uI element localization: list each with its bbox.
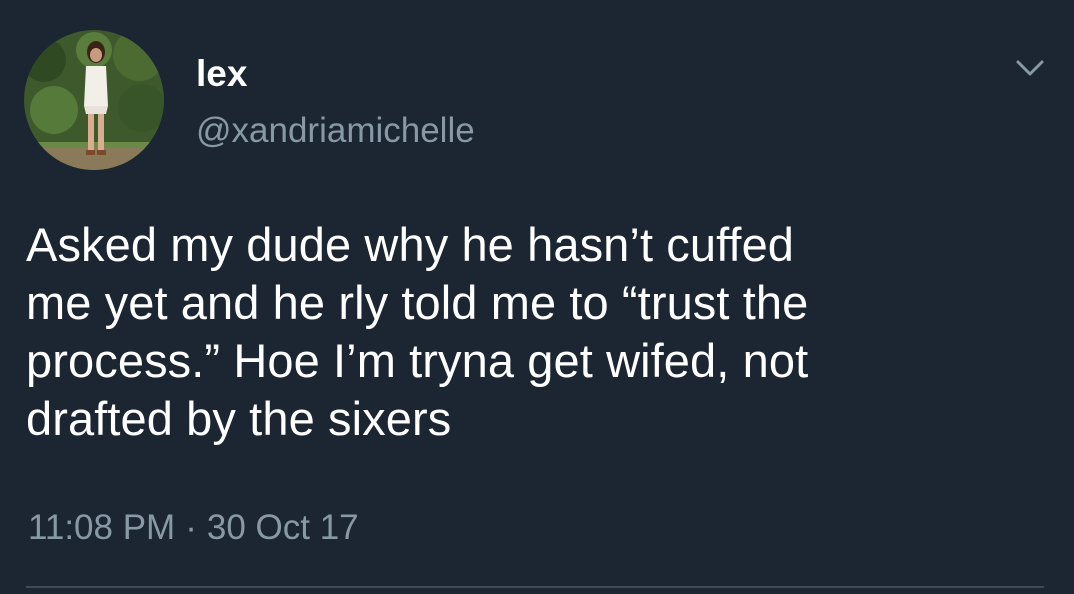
tweet-date: 30 Oct 17: [206, 508, 359, 547]
user-handle[interactable]: @xandriamichelle: [196, 110, 475, 152]
tweet-time: 11:08 PM: [28, 508, 176, 547]
avatar-photo: [24, 30, 164, 170]
meta-separator: ·: [185, 508, 197, 547]
display-name[interactable]: lex: [196, 52, 247, 96]
avatar[interactable]: [24, 30, 164, 170]
divider: [26, 586, 1044, 588]
tweet-text: Asked my dude why he hasn’t cuffed me ye…: [26, 218, 809, 445]
tweet-card: lex @xandriamichelle Asked my dude why h…: [0, 0, 1074, 594]
tweet-timestamp[interactable]: 11:08 PM · 30 Oct 17: [28, 506, 359, 550]
chevron-down-icon[interactable]: [1010, 50, 1050, 86]
